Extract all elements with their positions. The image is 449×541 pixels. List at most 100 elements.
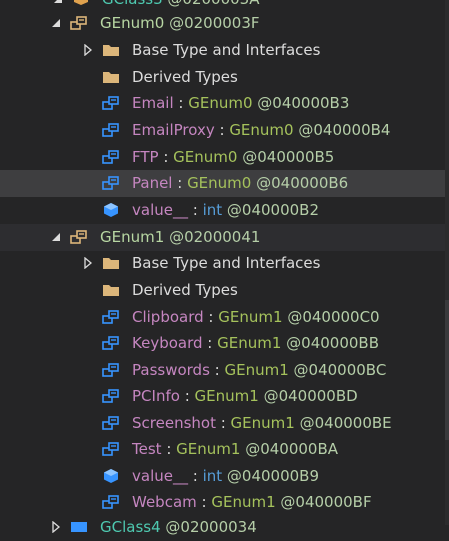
folder-icon — [102, 282, 120, 298]
member-type: GEnum0 — [229, 121, 294, 140]
folder-label: Derived Types — [132, 281, 238, 300]
member-name: EmailProxy — [132, 121, 215, 140]
metadata-token: @040000B5 — [242, 148, 335, 167]
tree-row-genum1[interactable]: GEnum1 @02000041 — [0, 224, 449, 251]
member-type: GEnum1 — [217, 334, 282, 353]
member-name: FTP — [132, 148, 159, 167]
expand-arrow-icon[interactable] — [50, 519, 62, 535]
member-type: GEnum0 — [188, 94, 253, 113]
member-name: Webcam — [132, 493, 197, 512]
enum-field-icon — [102, 175, 120, 191]
collapse-arrow-icon[interactable] — [50, 15, 62, 31]
metadata-token: @02000034 — [165, 518, 257, 537]
metadata-token: @0200003F — [169, 14, 260, 33]
tree-row-member[interactable]: Keyboard : GEnum1 @040000BB — [0, 330, 449, 357]
enum-icon — [70, 229, 88, 245]
enum-field-icon — [102, 149, 120, 165]
tree-row-member[interactable]: value__ : int @040000B2 — [0, 197, 449, 224]
node-name: GClass4 — [100, 518, 161, 537]
metadata-token: @040000BA — [245, 440, 339, 459]
tree-row-gclass4[interactable]: GClass4 @02000034 — [0, 514, 449, 541]
tree-row-member[interactable]: Passwords : GEnum1 @040000BC — [0, 357, 449, 384]
member-name: PCInfo — [132, 387, 180, 406]
metadata-token: @040000BB — [286, 334, 380, 353]
member-name: value__ — [132, 467, 188, 486]
metadata-token: @040000C0 — [287, 308, 380, 327]
enum-field-icon — [102, 494, 120, 510]
tree-row-member[interactable]: Screenshot : GEnum1 @040000BE — [0, 410, 449, 437]
member-type: int — [202, 201, 223, 220]
enum-field-icon — [102, 388, 120, 404]
member-type: int — [202, 467, 223, 486]
metadata-token: @040000BF — [280, 493, 372, 512]
vertical-scrollbar[interactable] — [445, 0, 449, 525]
expand-arrow-icon[interactable] — [82, 255, 94, 271]
tree-row-member-selected[interactable]: Panel : GEnum0 @040000B6 — [0, 170, 449, 197]
scrollbar-thumb[interactable] — [445, 300, 449, 440]
enum-field-icon — [102, 362, 120, 378]
tree-row-member[interactable]: EmailProxy : GEnum0 @040000B4 — [0, 117, 449, 144]
node-name: GEnum0 — [100, 14, 165, 33]
enum-field-icon — [102, 415, 120, 431]
field-icon — [102, 468, 120, 484]
collapse-arrow-icon[interactable] — [50, 229, 62, 245]
member-name: Test — [132, 440, 162, 459]
member-type: GEnum1 — [218, 308, 283, 327]
member-name: value__ — [132, 201, 188, 220]
member-type: GEnum1 — [224, 361, 289, 380]
member-name: Panel — [132, 174, 173, 193]
folder-label: Base Type and Interfaces — [132, 41, 321, 60]
tree-row-derived-types[interactable]: Derived Types — [0, 64, 449, 91]
member-name: Email — [132, 94, 174, 113]
metadata-token: @040000B4 — [298, 121, 391, 140]
assembly-tree: GClass3 @0200003A GEnum0 @0200003F Base … — [0, 0, 449, 536]
enum-field-icon — [102, 441, 120, 457]
enum-field-icon — [102, 335, 120, 351]
metadata-token: @040000BC — [293, 361, 387, 380]
metadata-token: @040000BD — [263, 387, 358, 406]
member-name: Clipboard — [132, 308, 204, 327]
folder-icon — [102, 42, 120, 58]
node-name: GEnum1 — [100, 228, 165, 247]
tree-row-member[interactable]: Test : GEnum1 @040000BA — [0, 436, 449, 463]
metadata-token: @040000B9 — [226, 467, 320, 486]
member-name: Passwords — [132, 361, 210, 380]
tree-row-derived-types[interactable]: Derived Types — [0, 277, 449, 304]
tree-row-member[interactable]: Clipboard : GEnum1 @040000C0 — [0, 304, 449, 331]
enum-field-icon — [102, 309, 120, 325]
metadata-token: @0200003A — [167, 0, 259, 8]
metadata-token: @02000041 — [169, 228, 261, 247]
member-type: GEnum1 — [230, 414, 295, 433]
tree-row-member[interactable]: PCInfo : GEnum1 @040000BD — [0, 383, 449, 410]
folder-icon — [102, 255, 120, 271]
folder-label: Derived Types — [132, 68, 238, 87]
member-type: GEnum1 — [211, 493, 276, 512]
tree-row-member[interactable]: Webcam : GEnum1 @040000BF — [0, 489, 449, 516]
folder-icon — [102, 69, 120, 85]
enum-field-icon — [102, 95, 120, 111]
field-icon — [102, 202, 120, 218]
node-name: GClass3 — [102, 0, 163, 8]
class-icon — [70, 519, 88, 535]
enum-field-icon — [102, 122, 120, 138]
tree-row-member[interactable]: Email : GEnum0 @040000B3 — [0, 90, 449, 117]
folder-label: Base Type and Interfaces — [132, 254, 321, 273]
metadata-token: @040000B6 — [256, 174, 349, 193]
tree-row-genum0[interactable]: GEnum0 @0200003F — [0, 10, 449, 37]
metadata-token: @040000B3 — [257, 94, 350, 113]
member-type: GEnum1 — [194, 387, 259, 406]
member-name: Screenshot — [132, 414, 216, 433]
tree-row-base-types[interactable]: Base Type and Interfaces — [0, 250, 449, 277]
member-name: Keyboard — [132, 334, 203, 353]
member-type: GEnum1 — [176, 440, 241, 459]
tree-row-base-types[interactable]: Base Type and Interfaces — [0, 37, 449, 64]
collapse-arrow-icon[interactable] — [52, 0, 64, 7]
tree-row-member[interactable]: FTP : GEnum0 @040000B5 — [0, 144, 449, 171]
expand-arrow-icon[interactable] — [82, 42, 94, 58]
member-type: GEnum0 — [173, 148, 238, 167]
metadata-token: @040000B2 — [226, 201, 320, 220]
tree-row-member[interactable]: value__ : int @040000B9 — [0, 463, 449, 490]
enum-icon — [70, 15, 88, 31]
member-type: GEnum0 — [187, 174, 252, 193]
class-icon — [72, 0, 90, 7]
